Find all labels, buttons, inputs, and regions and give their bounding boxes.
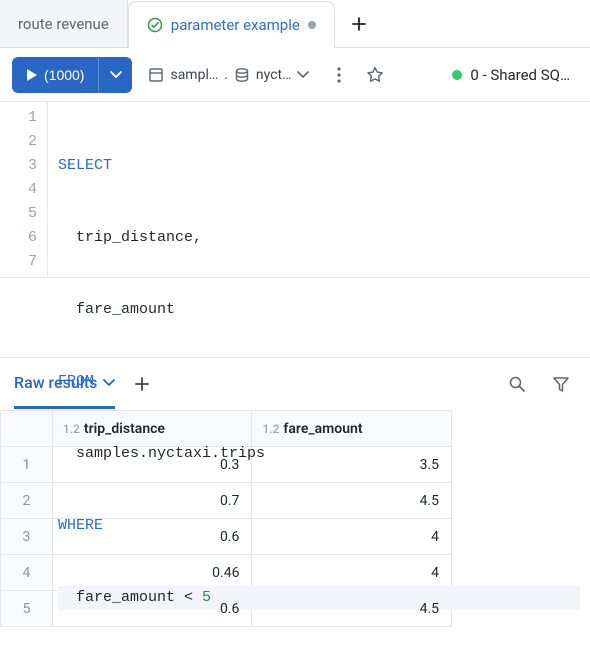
row-number: 2 xyxy=(1,483,53,519)
warehouse-label: 0 - Shared SQ… xyxy=(470,66,570,84)
tab-bar: route revenue parameter example xyxy=(0,0,590,48)
play-icon xyxy=(26,68,38,82)
kebab-icon xyxy=(337,67,341,83)
tab-route-revenue[interactable]: route revenue xyxy=(0,0,128,47)
sql-token: fare_amount < xyxy=(76,589,202,606)
sql-number: 5 xyxy=(202,589,211,606)
kebab-menu-button[interactable] xyxy=(325,61,353,89)
row-number: 4 xyxy=(1,555,53,591)
dtype-label: 1.2 xyxy=(262,422,279,436)
search-results-button[interactable] xyxy=(502,369,532,399)
run-dropdown-button[interactable] xyxy=(98,57,132,93)
line-number: 1 xyxy=(0,106,37,130)
row-number: 3 xyxy=(1,519,53,555)
catalog-label: sampl… xyxy=(170,67,218,83)
dot-separator: . xyxy=(224,67,228,83)
sql-editor[interactable]: 1 2 3 4 5 6 7 SELECT trip_distance, fare… xyxy=(0,102,590,278)
table-corner xyxy=(1,411,53,447)
row-number: 1 xyxy=(1,447,53,483)
chevron-down-icon xyxy=(297,71,309,79)
line-number: 2 xyxy=(0,130,37,154)
line-number: 4 xyxy=(0,178,37,202)
tab-label: parameter example xyxy=(171,16,300,34)
results-actions xyxy=(502,369,576,399)
tab-parameter-example[interactable]: parameter example xyxy=(128,1,335,48)
column-name: fare_amount xyxy=(283,421,362,437)
star-icon xyxy=(366,66,384,84)
plus-icon xyxy=(134,376,150,392)
catalog-icon xyxy=(148,67,164,83)
database-icon xyxy=(234,67,250,83)
warehouse-picker[interactable]: 0 - Shared SQ… xyxy=(444,57,578,93)
run-button-group: (1000) xyxy=(12,57,132,93)
add-visualization-button[interactable] xyxy=(129,371,155,397)
results-tab-raw[interactable]: Raw results xyxy=(14,359,115,409)
search-icon xyxy=(508,375,526,393)
chevron-down-icon xyxy=(110,71,122,79)
filter-icon xyxy=(552,375,570,393)
new-tab-button[interactable] xyxy=(335,0,383,47)
line-number: 3 xyxy=(0,154,37,178)
line-number: 6 xyxy=(0,226,37,250)
tab-label: route revenue xyxy=(18,15,109,33)
run-limit-label: (1000) xyxy=(44,67,84,83)
code-area[interactable]: SELECT trip_distance, fare_amount FROM s… xyxy=(48,102,590,277)
dtype-label: 1.2 xyxy=(63,422,80,436)
chevron-down-icon xyxy=(103,379,115,387)
sql-keyword: WHERE xyxy=(58,517,103,534)
status-dot-icon xyxy=(452,70,462,80)
row-number: 5 xyxy=(1,591,53,627)
column-name: trip_distance xyxy=(84,421,165,437)
sql-keyword: SELECT xyxy=(58,157,112,174)
sql-token: trip_distance, xyxy=(76,229,202,246)
line-number: 5 xyxy=(0,202,37,226)
catalog-schema-picker[interactable]: sampl… . nyct… xyxy=(140,57,317,93)
results-tab-label: Raw results xyxy=(14,373,97,392)
schema-label: nyct… xyxy=(256,67,292,83)
line-gutter: 1 2 3 4 5 6 7 xyxy=(0,102,48,277)
unsaved-dot-icon xyxy=(308,21,316,29)
favorite-button[interactable] xyxy=(361,61,389,89)
filter-results-button[interactable] xyxy=(546,369,576,399)
check-circle-icon xyxy=(147,17,163,33)
line-number: 7 xyxy=(0,250,37,274)
run-button[interactable]: (1000) xyxy=(12,57,98,93)
sql-token: fare_amount xyxy=(76,301,175,318)
editor-toolbar: (1000) sampl… . nyct… 0 - Shared SQ… xyxy=(0,48,590,102)
